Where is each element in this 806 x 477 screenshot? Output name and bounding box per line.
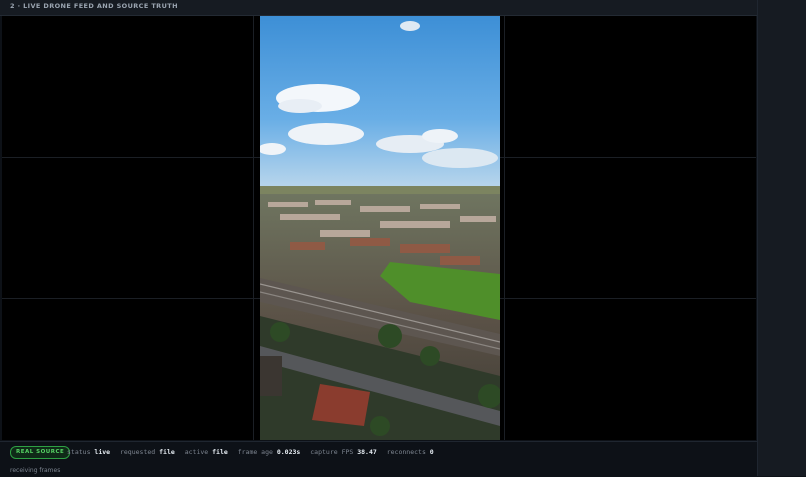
- status-message: receiving frames: [10, 467, 61, 474]
- stat-key-frame-age: frame age: [237, 448, 273, 456]
- stat-key-status: status: [67, 448, 91, 456]
- grid-line-vertical: [504, 16, 505, 440]
- stat-key-requested: requested: [119, 448, 156, 456]
- stat-value-status: live: [94, 448, 111, 456]
- panel-header: 2 · LIVE DRONE FEED AND SOURCE TRUTH: [0, 0, 757, 16]
- grid-line-vertical: [253, 16, 254, 440]
- stat-value-active: file: [212, 448, 228, 456]
- stat-value-reconnects: 0: [429, 448, 434, 456]
- stat-value-capture-fps: 38.47: [357, 448, 377, 456]
- panel-title: 2 · LIVE DRONE FEED AND SOURCE TRUTH: [10, 2, 178, 10]
- status-bar: REAL SOURCE status live requested file a…: [0, 441, 757, 477]
- source-badge: REAL SOURCE: [10, 446, 71, 459]
- stat-key-reconnects: reconnects: [386, 448, 426, 456]
- drone-feed-panel: 2 · LIVE DRONE FEED AND SOURCE TRUTH REA…: [0, 0, 758, 477]
- stream-stats: status live requested file active file f…: [67, 448, 440, 456]
- drone-video-frame: [260, 16, 500, 440]
- stat-key-capture-fps: capture FPS: [310, 448, 354, 456]
- stat-value-frame-age: 0.023s: [276, 448, 301, 456]
- right-gutter: [758, 0, 806, 476]
- stat-value-requested: file: [159, 448, 175, 456]
- video-feed: [2, 16, 756, 440]
- stat-key-active: active: [184, 448, 209, 456]
